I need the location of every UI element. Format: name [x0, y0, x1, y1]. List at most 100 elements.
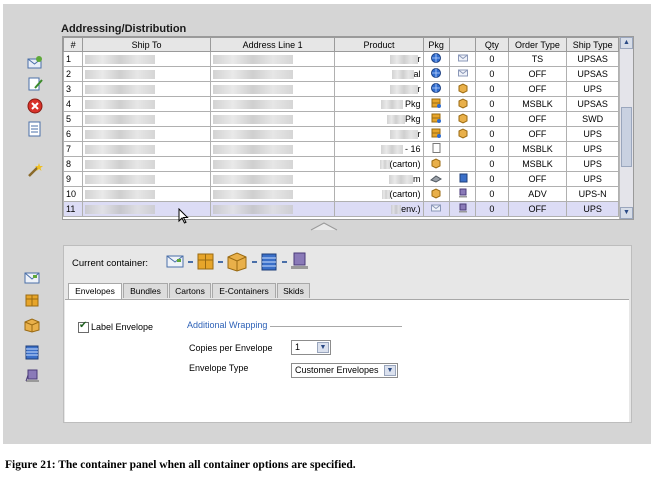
address-line-cell	[209, 141, 336, 157]
column-header[interactable]	[448, 37, 477, 52]
ship-type-cell: UPS-N	[566, 186, 619, 202]
ship-type-cell: UPSAS	[566, 96, 619, 112]
row-number: 8	[63, 156, 84, 172]
skid-icon	[448, 186, 477, 202]
ship-type-cell: UPS	[566, 156, 619, 172]
order-type-cell: MSBLK	[507, 141, 568, 157]
delete-icon[interactable]	[27, 98, 43, 114]
ship-to-cell	[82, 111, 211, 127]
order-type-cell: OFF	[507, 126, 568, 142]
table-row[interactable]: 6 r 0 OFF UPS	[63, 126, 619, 142]
table-row[interactable]: 1 r 0 TS UPSAS	[63, 51, 619, 67]
section-title: Addressing/Distribution	[61, 23, 187, 35]
ship-to-cell	[82, 141, 211, 157]
chevron-down-icon[interactable]: ▼	[317, 342, 329, 353]
chevron-down-icon[interactable]: ▼	[384, 365, 396, 376]
row-number: 7	[63, 141, 84, 157]
box-icon	[448, 96, 477, 112]
vertical-scrollbar[interactable]: ▲ ▼	[619, 37, 633, 219]
address-line-cell	[209, 96, 336, 112]
row-number: 2	[63, 66, 84, 82]
tab-envelopes[interactable]: Envelopes	[68, 283, 122, 299]
bundle-icon[interactable]	[24, 292, 40, 308]
checkmark-icon: ✔	[79, 320, 88, 331]
tab-e-containers[interactable]: E-Containers	[212, 283, 276, 298]
carton-icon[interactable]	[24, 317, 40, 333]
report-icon[interactable]	[27, 121, 43, 137]
ship-to-cell	[82, 156, 211, 172]
order-type-cell: OFF	[507, 171, 568, 187]
table-row[interactable]: 11 env.) 0 OFF UPS	[63, 201, 619, 217]
row-number: 1	[63, 51, 84, 67]
table-row[interactable]: 8 (carton) 0 MSBLK UPS	[63, 156, 619, 172]
distribution-table[interactable]: # Ship To Address Line 1 Product Pkg Qty Order…	[62, 36, 634, 220]
product-cell: - 16	[334, 141, 424, 157]
table-row[interactable]: 10 (carton) 0 ADV UPS-N	[63, 186, 619, 202]
doc-icon	[422, 141, 450, 157]
envelope-icon[interactable]	[24, 270, 40, 286]
ship-type-cell: UPS	[566, 171, 619, 187]
e-container-icon[interactable]	[24, 344, 40, 360]
column-header[interactable]: Order Type	[507, 37, 568, 52]
table-header: # Ship To Address Line 1 Product Pkg Qty Order…	[63, 37, 619, 52]
row-number: 6	[63, 126, 84, 142]
ship-to-cell	[82, 66, 211, 82]
column-header[interactable]: Ship To	[82, 37, 211, 52]
row-number: 5	[63, 111, 84, 127]
skid-icon[interactable]	[24, 368, 40, 384]
scroll-down-button[interactable]: ▼	[620, 207, 633, 219]
ship-type-cell: SWD	[566, 111, 619, 127]
column-header[interactable]: Qty	[475, 37, 509, 52]
tab-cartons[interactable]: Cartons	[169, 283, 211, 298]
panel-splitter-handle[interactable]	[299, 220, 349, 232]
table-row[interactable]: 3 r 0 OFF UPS	[63, 81, 619, 97]
tray-icon	[422, 171, 450, 187]
product-cell: r	[334, 51, 424, 67]
address-line-cell	[209, 111, 336, 127]
envelope-type-label: Envelope Type	[189, 363, 249, 373]
carton-icon	[227, 252, 247, 272]
copies-per-envelope-select[interactable]: 1 ▼	[291, 340, 331, 355]
ship-type-cell: UPSAS	[566, 66, 619, 82]
edit-icon[interactable]	[27, 76, 43, 92]
container-chain	[166, 252, 308, 272]
table-row[interactable]: 2 al 0 OFF UPSAS	[63, 66, 619, 82]
column-header[interactable]: Product	[334, 37, 424, 52]
order-type-cell: OFF	[507, 66, 568, 82]
ship-to-cell	[82, 171, 211, 187]
address-line-cell	[209, 66, 336, 82]
ship-to-cell	[82, 51, 211, 67]
tab-bundles[interactable]: Bundles	[123, 283, 168, 298]
table-row[interactable]: 9 m 0 OFF UPS	[63, 171, 619, 187]
envelopes-tab-content: ✔ Label Envelope Additional Wrapping Cop…	[65, 299, 629, 422]
tab-skids[interactable]: Skids	[277, 283, 310, 298]
order-type-cell: OFF	[507, 81, 568, 97]
carton-icon	[422, 156, 450, 172]
table-row[interactable]: 4 Pkg 0 MSBLK UPSAS	[63, 96, 619, 112]
product-cell: r	[334, 126, 424, 142]
bundle-icon	[422, 96, 450, 112]
row-number: 11	[63, 201, 84, 217]
new-envelope-icon[interactable]	[27, 55, 43, 71]
column-header[interactable]: Ship Type	[566, 37, 619, 52]
ship-to-cell	[82, 81, 211, 97]
scroll-up-button[interactable]: ▲	[620, 37, 633, 49]
order-type-cell: MSBLK	[507, 156, 568, 172]
column-header[interactable]: Address Line 1	[209, 37, 336, 52]
label-envelope-checkbox[interactable]: ✔	[78, 320, 89, 333]
ship-type-cell: UPSAS	[566, 51, 619, 67]
econt-icon	[448, 171, 477, 187]
group-divider	[270, 326, 402, 327]
column-header[interactable]: Pkg	[422, 37, 450, 52]
product-cell: (carton)	[334, 186, 424, 202]
qty-cell: 0	[475, 201, 509, 217]
wand-icon[interactable]	[27, 162, 43, 178]
copies-per-envelope-label: Copies per Envelope	[189, 343, 273, 353]
table-row[interactable]: 7 - 16 0 MSBLK UPS	[63, 141, 619, 157]
envelope-type-select[interactable]: Customer Envelopes ▼	[291, 363, 398, 378]
globe-icon	[422, 66, 450, 82]
table-row[interactable]: 5 Pkg 0 OFF SWD	[63, 111, 619, 127]
box-icon	[448, 126, 477, 142]
scroll-thumb[interactable]	[621, 107, 632, 167]
column-header[interactable]: #	[63, 37, 84, 52]
